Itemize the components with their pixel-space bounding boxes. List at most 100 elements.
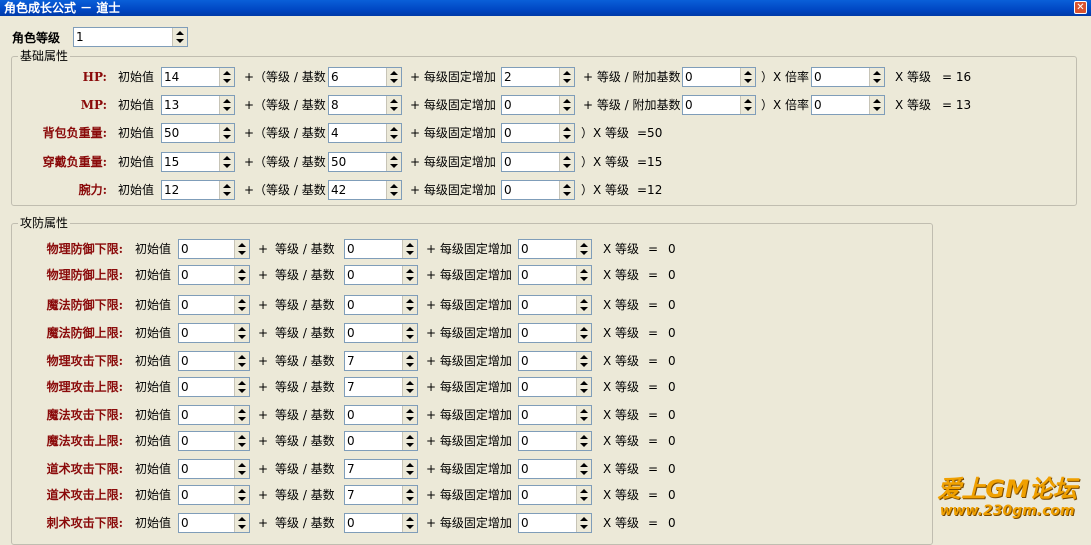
spinner-arrows-icon[interactable] [219,124,234,142]
spinner-arrows-icon[interactable] [576,352,591,370]
multiplier-input[interactable]: 0 [811,95,885,115]
spinner-arrows-icon[interactable] [559,124,574,142]
spinner-arrows-icon[interactable] [386,124,401,142]
extra-base-input[interactable]: 0 [682,95,756,115]
initial-value-input[interactable]: 12 [161,180,235,200]
base-value-input[interactable]: 0 [344,323,418,343]
base-value-input[interactable]: 7 [344,351,418,371]
base-value-input[interactable]: 0 [344,513,418,533]
spinner-arrows-icon[interactable] [402,296,417,314]
spinner-arrows-icon[interactable] [869,96,884,114]
spinner-arrows-icon[interactable] [576,266,591,284]
fixed-increase-input[interactable]: 2 [501,67,575,87]
fixed-increase-input[interactable]: 0 [518,431,592,451]
fixed-increase-input[interactable]: 0 [518,295,592,315]
spinner-arrows-icon[interactable] [402,378,417,396]
initial-value-input[interactable]: 50 [161,123,235,143]
initial-value-input[interactable]: 0 [178,377,250,397]
fixed-increase-input[interactable]: 0 [501,95,575,115]
fixed-increase-input[interactable]: 0 [518,377,592,397]
spinner-arrows-icon[interactable] [559,153,574,171]
spinner-arrows-icon[interactable] [576,240,591,258]
spinner-arrows-icon[interactable] [386,96,401,114]
spinner-arrows-icon[interactable] [402,432,417,450]
initial-value-input[interactable]: 0 [178,351,250,371]
fixed-increase-input[interactable]: 0 [518,513,592,533]
spinner-arrows-icon[interactable] [740,68,755,86]
fixed-increase-input[interactable]: 0 [518,485,592,505]
spinner-arrows-icon[interactable] [576,486,591,504]
spinner-arrows-icon[interactable] [234,296,249,314]
initial-value-input[interactable]: 0 [178,323,250,343]
fixed-increase-input[interactable]: 0 [518,459,592,479]
spinner-arrows-icon[interactable] [402,486,417,504]
base-value-input[interactable]: 50 [328,152,402,172]
spinner-arrows-icon[interactable] [559,96,574,114]
multiplier-input[interactable]: 0 [811,67,885,87]
spinner-arrows-icon[interactable] [234,460,249,478]
spinner-arrows-icon[interactable] [740,96,755,114]
spinner-arrows-icon[interactable] [219,153,234,171]
spinner-arrows-icon[interactable] [234,432,249,450]
base-value-input[interactable]: 6 [328,67,402,87]
fixed-increase-input[interactable]: 0 [518,265,592,285]
spinner-arrows-icon[interactable] [559,68,574,86]
base-value-input[interactable]: 7 [344,459,418,479]
spinner-arrows-icon[interactable] [234,266,249,284]
spinner-arrows-icon[interactable] [559,181,574,199]
spinner-arrows-icon[interactable] [402,324,417,342]
initial-value-input[interactable]: 0 [178,239,250,259]
fixed-increase-input[interactable]: 0 [501,180,575,200]
spinner-arrows-icon[interactable] [234,240,249,258]
spinner-arrows-icon[interactable] [402,514,417,532]
initial-value-input[interactable]: 13 [161,95,235,115]
spinner-arrows-icon[interactable] [576,324,591,342]
base-value-input[interactable]: 4 [328,123,402,143]
fixed-increase-input[interactable]: 0 [518,351,592,371]
spinner-arrows-icon[interactable] [219,96,234,114]
spinner-arrows-icon[interactable] [576,406,591,424]
extra-base-input[interactable]: 0 [682,67,756,87]
base-value-input[interactable]: 7 [344,377,418,397]
base-value-input[interactable]: 0 [344,239,418,259]
initial-value-input[interactable]: 14 [161,67,235,87]
spinner-arrows-icon[interactable] [219,68,234,86]
initial-value-input[interactable]: 0 [178,485,250,505]
fixed-increase-input[interactable]: 0 [518,323,592,343]
base-value-input[interactable]: 0 [344,295,418,315]
close-button[interactable]: ✕ [1074,1,1087,14]
spinner-arrows-icon[interactable] [402,266,417,284]
spinner-arrows-icon[interactable] [234,324,249,342]
spinner-arrows-icon[interactable] [234,352,249,370]
spinner-arrows-icon[interactable] [402,406,417,424]
fixed-increase-input[interactable]: 0 [518,239,592,259]
level-spinner-arrows-icon[interactable] [172,28,187,46]
base-value-input[interactable]: 42 [328,180,402,200]
spinner-arrows-icon[interactable] [576,514,591,532]
spinner-arrows-icon[interactable] [234,486,249,504]
spinner-arrows-icon[interactable] [386,181,401,199]
spinner-arrows-icon[interactable] [576,432,591,450]
spinner-arrows-icon[interactable] [234,378,249,396]
base-value-input[interactable]: 0 [344,265,418,285]
spinner-arrows-icon[interactable] [576,460,591,478]
initial-value-input[interactable]: 0 [178,513,250,533]
spinner-arrows-icon[interactable] [402,240,417,258]
fixed-increase-input[interactable]: 0 [518,405,592,425]
initial-value-input[interactable]: 0 [178,431,250,451]
initial-value-input[interactable]: 15 [161,152,235,172]
spinner-arrows-icon[interactable] [386,68,401,86]
initial-value-input[interactable]: 0 [178,405,250,425]
spinner-arrows-icon[interactable] [402,460,417,478]
level-input[interactable]: 1 [73,27,188,47]
base-value-input[interactable]: 0 [344,405,418,425]
base-value-input[interactable]: 8 [328,95,402,115]
spinner-arrows-icon[interactable] [234,514,249,532]
initial-value-input[interactable]: 0 [178,295,250,315]
spinner-arrows-icon[interactable] [869,68,884,86]
fixed-increase-input[interactable]: 0 [501,152,575,172]
spinner-arrows-icon[interactable] [402,352,417,370]
spinner-arrows-icon[interactable] [576,296,591,314]
base-value-input[interactable]: 0 [344,431,418,451]
base-value-input[interactable]: 7 [344,485,418,505]
